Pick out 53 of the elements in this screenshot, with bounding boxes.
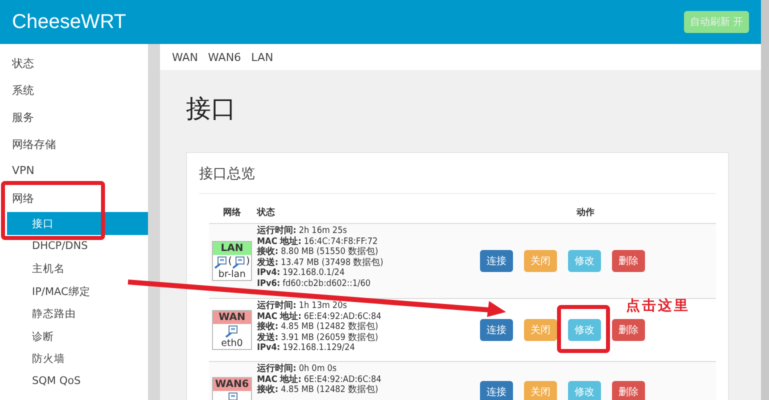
tab[interactable]: LAN	[251, 50, 274, 64]
sidebar-subitem[interactable]: 诊断	[7, 324, 148, 347]
sidebar-subitem[interactable]: 静态路由	[7, 302, 148, 324]
status-line: 运行时间: 2h 16m 25s	[257, 226, 348, 236]
network-name: WAN6	[213, 378, 251, 391]
sidebar-item[interactable]: 系统	[0, 77, 148, 104]
status-line: IPv4: 192.168.1.129/24	[257, 343, 356, 354]
action-button[interactable]: 连接	[480, 319, 513, 341]
sidebar-subitem[interactable]: 防火墙	[7, 347, 148, 370]
status-line: IPv6: fd60:cb2b:d602::1/60	[257, 278, 372, 289]
status-line: MAC 地址: 16:4C:74:F8:FF:72	[257, 236, 379, 246]
app-title: CheeseWRT	[12, 10, 126, 34]
sidebar-item[interactable]: 网络	[0, 185, 148, 212]
bracket: )	[246, 256, 250, 268]
status-line: MAC 地址: 6E:E4:92:AD:6C:84	[257, 312, 382, 322]
action-button[interactable]: 连接	[480, 380, 513, 400]
sidebar-item[interactable]: 网络存储	[0, 131, 148, 158]
network-name: LAN	[213, 242, 251, 255]
column-header: 状态	[256, 206, 276, 219]
sidebar-subitem[interactable]: IP/MAC绑定	[7, 280, 148, 302]
action-button[interactable]: 连接	[480, 250, 513, 272]
status-line: 运行时间: 1h 13m 20s	[257, 301, 348, 311]
sidebar-item[interactable]: 状态	[0, 50, 148, 77]
status-line: 发送: 3.91 MB (26059 数据包)	[257, 332, 380, 343]
column-header: 动作	[575, 206, 596, 219]
status-line: IPv4: 192.168.0.1/24	[257, 268, 346, 278]
card-title: 接口总览	[199, 161, 716, 194]
tab[interactable]: WAN6	[208, 50, 242, 64]
action-button[interactable]: 删除	[612, 319, 645, 341]
sidebar-subitem[interactable]: 主机名	[7, 257, 148, 280]
status-line: 接收: 4.85 MB (12482 数据包)	[257, 322, 380, 332]
sidebar-subitem[interactable]: SQM QoS	[7, 370, 148, 392]
highlight-frame	[557, 305, 610, 353]
device-name: br-lan	[217, 269, 247, 280]
tab[interactable]: WAN	[172, 50, 198, 64]
column-header: 网络	[222, 206, 242, 219]
network-port-icon	[232, 256, 246, 268]
status-line: MAC 地址: 6E:E4:92:AD:6C:84	[257, 374, 382, 384]
page-title: 接口	[186, 93, 237, 125]
network-port-icon	[225, 324, 239, 338]
status-line: 运行时间: 0h 0m 0s	[257, 364, 338, 374]
status-line: 发送: 13.47 MB (37498 数据包)	[257, 258, 384, 268]
status-line: 接收: 4.85 MB (12482 数据包)	[257, 385, 380, 396]
callout-text: 点击这里	[626, 297, 690, 315]
sidebar-subitem[interactable]: DHCP/DNS	[7, 234, 148, 257]
action-button[interactable]: 删除	[612, 250, 645, 272]
device-name: eth0	[220, 338, 244, 349]
sidebar-item[interactable]: 服务	[0, 104, 148, 131]
sidebar-item[interactable]: VPN	[0, 158, 148, 185]
network-name: WAN	[213, 311, 251, 324]
status-line: 接收: 8.80 MB (51550 数据包)	[257, 247, 380, 258]
bracket: (	[228, 256, 232, 268]
action-button[interactable]: 删除	[612, 380, 645, 400]
